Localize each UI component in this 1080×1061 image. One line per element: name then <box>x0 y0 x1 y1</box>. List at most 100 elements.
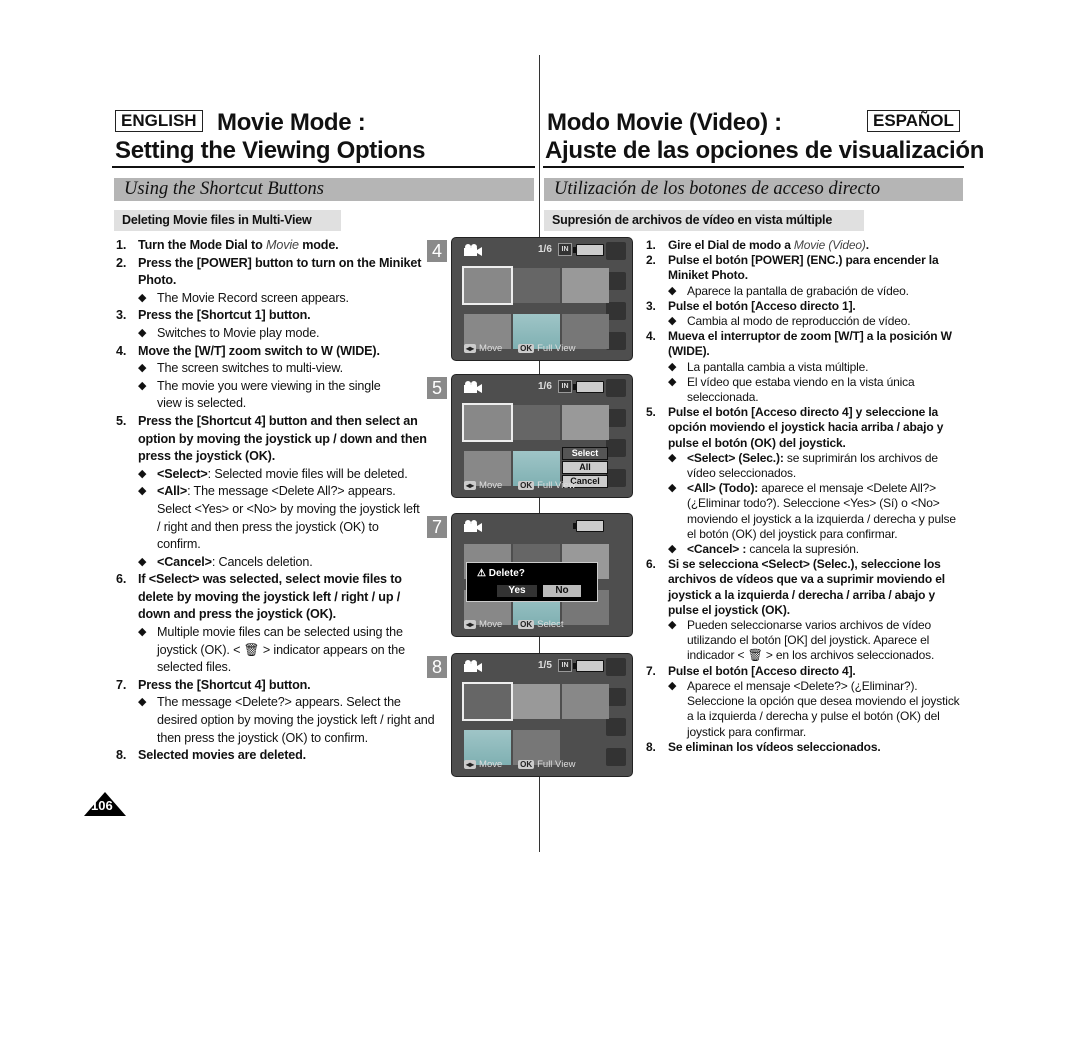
diamond-bullet-icon: ◆ <box>138 326 147 339</box>
diamond-bullet-icon: ◆ <box>138 485 147 498</box>
en-step-4: 4. Move the [W/T] zoom switch to W (WIDE)… <box>116 343 380 358</box>
internal-memory-icon: IN <box>558 659 572 672</box>
thumbnail[interactable] <box>462 682 513 721</box>
diamond-bullet-icon: ◆ <box>668 679 677 692</box>
diamond-bullet-icon: ◆ <box>668 451 677 464</box>
es-step-4: 4. Mueva el interruptor de zoom [W/T] a l… <box>646 329 952 359</box>
battery-icon <box>573 381 604 393</box>
es-step-7-bullet: ◆ Aparece el mensaje <Delete?> (¿Eliminar… <box>668 678 960 739</box>
thumbnail[interactable] <box>462 266 513 305</box>
screen-5-number: 5 <box>427 377 447 399</box>
en-section-heading: Using the Shortcut Buttons <box>114 178 534 201</box>
en-step-4-bullet-1: ◆ The screen switches to multi-view. <box>116 360 442 378</box>
lock-icon[interactable] <box>606 302 626 320</box>
diamond-bullet-icon: ◆ <box>668 284 677 297</box>
diamond-bullet-icon: ◆ <box>138 467 147 480</box>
movie-camera-icon <box>464 244 482 256</box>
trash-icon: 🗑 <box>747 648 763 663</box>
en-step-3: 3. Press the [Shortcut 1] button. <box>116 308 311 323</box>
es-step-6: 6. Si se selecciona <Select> (Selec.), se… <box>646 557 945 617</box>
menu-option-all[interactable]: All <box>562 461 608 474</box>
screen-footer: ◂▸ Move OK Select <box>464 619 564 630</box>
es-step-5-bullet-cancel: ◆ <Cancel> : cancela la supresión. <box>668 542 859 557</box>
es-step-7: 7. Pulse el botón [Acceso directo 4]. <box>646 663 856 678</box>
en-step-8: 8. Selected movies are deleted. <box>116 748 306 763</box>
thumbnail[interactable] <box>562 684 609 719</box>
es-step-2: 2. Pulse el botón [POWER] (ENC.) para enc… <box>646 253 939 283</box>
en-step-7: 7. Press the [Shortcut 4] button. <box>116 677 311 692</box>
en-step-4-bullet-2: ◆ The movie you were viewing in the singl… <box>138 378 381 411</box>
delete-icon[interactable] <box>606 469 626 487</box>
battery-icon <box>573 660 604 672</box>
yes-button[interactable]: Yes <box>497 585 537 597</box>
play-icon[interactable] <box>606 658 626 676</box>
en-title-rule <box>112 166 535 168</box>
screen-7-number: 7 <box>427 516 447 538</box>
es-step-5: 5. Pulse el botón [Acceso directo 4] y se… <box>646 405 944 450</box>
es-title-line2: Ajuste de las opciones de visualización <box>545 137 985 164</box>
battery-icon <box>573 244 604 256</box>
diamond-bullet-icon: ◆ <box>138 291 147 304</box>
play-icon[interactable] <box>606 379 626 397</box>
multi-view-icon[interactable] <box>606 272 626 290</box>
en-step-6: 6. If <Select> was selected, select movie… <box>116 572 402 622</box>
en-step-1: 1. Turn the Mode Dial to Movie mode. <box>116 238 339 252</box>
es-title-rule <box>543 166 964 168</box>
menu-option-select[interactable]: Select <box>562 447 608 460</box>
screen-7-delete-dialog: ⚠ Delete? Yes No ◂▸ Move OK Select <box>451 513 633 637</box>
thumbnail[interactable] <box>562 268 609 303</box>
diamond-bullet-icon: ◆ <box>668 375 677 388</box>
english-label: ENGLISH <box>115 110 203 132</box>
thumbnail[interactable] <box>513 268 560 303</box>
en-step-5-bullet-cancel: ◆ <Cancel>: Cancels deletion. <box>116 554 442 572</box>
en-title-line1: Movie Mode : <box>217 109 366 136</box>
delete-icon[interactable] <box>606 748 626 766</box>
trash-icon: 🗑 <box>243 642 260 657</box>
diamond-bullet-icon: ◆ <box>138 379 147 392</box>
thumbnail[interactable] <box>513 405 560 440</box>
multi-view-icon[interactable] <box>606 409 626 427</box>
diamond-bullet-icon: ◆ <box>138 555 147 568</box>
joystick-icon: ◂▸ <box>464 481 477 490</box>
en-steps: 1. Turn the Mode Dial to Movie mode. 2. Pr… <box>116 237 442 765</box>
thumbnail[interactable] <box>462 403 513 442</box>
screen-footer: ◂▸ Move OK Full View <box>464 759 576 770</box>
es-step-3-bullet: ◆ Cambia al modo de reproducción de vídeo… <box>668 314 911 329</box>
screen-4-number: 4 <box>427 240 447 262</box>
es-subheading: Supresión de archivos de vídeo en vista … <box>544 210 864 231</box>
screen-8-number: 8 <box>427 656 447 678</box>
en-step-2: 2. Press the [POWER] button to turn on th… <box>116 255 422 288</box>
screen-5-delete-menu: 1/6 IN Select All Cancel ◂▸ Move OK Full V… <box>451 374 633 498</box>
screen-footer: ◂▸ Move OK Full View <box>464 343 576 354</box>
en-step-7-bullet: ◆ The message <Delete?> appears. Select t… <box>138 695 435 745</box>
es-step-6-bullet: ◆ Pueden seleccionarse varios archivos de… <box>668 618 935 663</box>
lock-icon[interactable] <box>606 439 626 457</box>
warning-icon: ⚠ <box>477 568 489 579</box>
delete-icon[interactable] <box>606 332 626 350</box>
screen-footer: ◂▸ Move OK Full View <box>464 480 576 491</box>
en-step-2-bullet: ◆ The Movie Record screen appears. <box>116 290 442 308</box>
es-step-4-bullet-1: ◆ La pantalla cambia a vista múltiple. <box>668 359 869 374</box>
screen-8-after-delete: 1/5 IN ◂▸ Move OK Full View <box>451 653 633 777</box>
movie-camera-icon <box>464 520 482 532</box>
en-step-5-bullet-all: ◆ <All>: The message <Delete All?> appear… <box>138 484 420 552</box>
en-title-line2: Setting the Viewing Options <box>115 137 426 164</box>
lock-icon[interactable] <box>606 718 626 736</box>
diamond-bullet-icon: ◆ <box>668 482 677 495</box>
play-icon[interactable] <box>606 242 626 260</box>
en-step-5-bullet-select: ◆ <Select>: Selected movie files will be … <box>116 466 442 484</box>
en-step-3-bullet: ◆ Switches to Movie play mode. <box>116 325 442 343</box>
file-counter: 1/6 <box>538 244 552 255</box>
es-step-2-bullet: ◆ Aparece la pantalla de grabación de víd… <box>668 283 909 298</box>
es-section-heading: Utilización de los botones de acceso dir… <box>544 178 963 201</box>
internal-memory-icon: IN <box>558 380 572 393</box>
es-step-4-bullet-2: ◆ El vídeo que estaba viendo en la vista … <box>668 374 915 405</box>
thumbnail[interactable] <box>513 684 560 719</box>
movie-camera-icon <box>464 381 482 393</box>
diamond-bullet-icon: ◆ <box>668 360 677 373</box>
delete-confirm-dialog: ⚠ Delete? Yes No <box>466 562 598 602</box>
no-button[interactable]: No <box>543 585 581 597</box>
multi-view-icon[interactable] <box>606 688 626 706</box>
thumbnail[interactable] <box>562 405 609 440</box>
es-title-line1: Modo Movie (Video) : <box>547 109 782 136</box>
